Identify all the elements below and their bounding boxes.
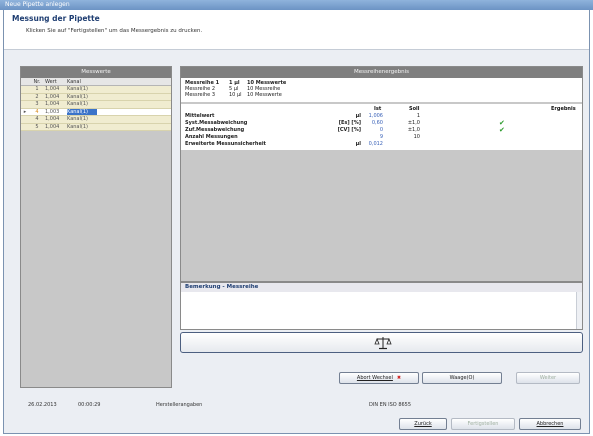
- measurements-header: Nr. Wert Kanal: [21, 78, 171, 86]
- result-soll: ±1,0: [407, 127, 420, 133]
- page-title: Messung der Pipette: [12, 14, 100, 23]
- row-nr: 1: [35, 86, 39, 92]
- row-marker: [21, 124, 29, 131]
- result-label: Mittelwert: [185, 113, 215, 119]
- row-kanal: Kanal(1): [67, 86, 88, 92]
- wizard-header: Messung der Pipette Klicken Sie auf "Fer…: [4, 10, 589, 50]
- row-kanal: Kanal(1): [67, 123, 88, 130]
- header-soll: Soll: [409, 106, 420, 112]
- scale-capture-button[interactable]: [180, 332, 583, 353]
- row-kanal: Kanal(1): [67, 116, 88, 122]
- row-wert: 1,004: [45, 101, 60, 107]
- scale-button[interactable]: Waage(O): [422, 372, 502, 384]
- measurements-panel-title: Messwerte: [21, 67, 171, 78]
- measurements-panel: Messwerte Nr. Wert Kanal 1 1,004 Kanal(1) 2…: [20, 66, 172, 388]
- result-row: Anzahl Messungen 9 10: [185, 134, 580, 140]
- scale-icon: [374, 337, 392, 350]
- result-soll: 1: [416, 113, 420, 119]
- check-icon: ✔: [499, 126, 505, 134]
- status-time: 00:00:29: [78, 402, 101, 408]
- result-row: Erweiterte Messunsicherheit µl 0,012: [185, 141, 580, 147]
- row-marker: ▸: [23, 108, 27, 115]
- series-row[interactable]: Messreihe 3 10 µl 10 Messwerte: [185, 92, 578, 98]
- result-ist: 0: [379, 127, 383, 133]
- row-wert: 1,003: [45, 108, 60, 115]
- row-kanal: Kanal(1): [67, 108, 97, 115]
- finish-button[interactable]: Fertigstellen: [451, 418, 515, 430]
- result-soll: ±1,0: [407, 120, 420, 126]
- result-soll: 10: [413, 134, 420, 140]
- row-kanal: Kanal(1): [67, 93, 88, 100]
- row-nr: 2: [35, 93, 39, 100]
- row-marker: [21, 101, 29, 108]
- result-label: Anzahl Messungen: [185, 134, 238, 140]
- status-norm: DIN EN ISO 8655: [369, 402, 412, 408]
- results-panel-title: Messreihenergebnis: [181, 67, 582, 78]
- row-nr: 3: [35, 101, 39, 107]
- result-ist: 1,006: [368, 113, 383, 119]
- abort-button[interactable]: Abort Wechsel ✖: [339, 372, 419, 384]
- result-row: Mittelwert µl 1,006 1: [185, 113, 580, 119]
- row-wert: 1,004: [45, 86, 60, 92]
- status-info: Herstellerangaben: [156, 402, 203, 408]
- measurements-list: 1 1,004 Kanal(1) 2 1,004 Kanal(1) 3 1,004 Kanal(…: [21, 86, 171, 131]
- result-ist: 9: [379, 134, 383, 140]
- header-ist: Ist: [374, 106, 382, 112]
- row-marker: [21, 86, 29, 93]
- result-label: Syst.Messabweichung: [185, 120, 248, 126]
- instruction-text: Klicken Sie auf "Fertigstellen" um das M…: [26, 28, 203, 34]
- row-wert: 1,004: [45, 93, 60, 100]
- col-nr: Nr.: [33, 79, 41, 85]
- result-label: Zuf.Messabweichung: [185, 127, 245, 133]
- measurement-row[interactable]: 3 1,004 Kanal(1): [21, 101, 171, 109]
- result-ist: 0,012: [368, 141, 383, 147]
- measurement-row[interactable]: 1 1,004 Kanal(1): [21, 86, 171, 94]
- result-unit: µl: [355, 141, 361, 147]
- back-button[interactable]: Zurück: [399, 418, 447, 430]
- result-row: Syst.Messabweichung [Es] [%] 0,60 ±1,0 ✔: [185, 120, 580, 127]
- row-nr: 4: [35, 116, 39, 122]
- row-wert: 1,004: [45, 116, 60, 122]
- col-kanal: Kanal: [67, 79, 81, 85]
- window-title: Neue Pipette anlegen: [5, 1, 70, 8]
- result-label: Erweiterte Messunsicherheit: [185, 141, 266, 147]
- cancel-button[interactable]: Abbrechen: [519, 418, 581, 430]
- status-date: 26.02.2013: [28, 402, 57, 408]
- row-nr: 4: [35, 108, 39, 115]
- series-list: Messreihe 1 1 µl 10 Messwerte Messreihe …: [181, 78, 582, 102]
- measurement-row[interactable]: 2 1,004 Kanal(1): [21, 93, 171, 101]
- wizard-window: Messung der Pipette Klicken Sie auf "Fer…: [3, 10, 590, 434]
- result-unit: [Es] [%]: [338, 120, 361, 126]
- header-ergebnis: Ergebnis: [551, 106, 576, 112]
- remark-scrollbar[interactable]: [576, 292, 582, 329]
- row-wert: 1,004: [45, 123, 60, 130]
- close-icon: ✖: [396, 375, 402, 381]
- row-kanal: Kanal(1): [67, 101, 88, 107]
- result-row: Zuf.Messabweichung [CV] [%] 0 ±1,0 ✔: [185, 126, 580, 134]
- result-unit: [CV] [%]: [337, 127, 361, 133]
- title-bar: Neue Pipette anlegen: [0, 0, 593, 10]
- measurement-row[interactable]: 4 1,004 Kanal(1): [21, 116, 171, 124]
- remark-title: Bemerkung - Messreihe: [181, 283, 582, 292]
- row-marker: [21, 94, 29, 101]
- row-nr: 5: [35, 123, 39, 130]
- result-ist: 0,60: [371, 120, 383, 126]
- results-table: Ist Soll Ergebnis Mittelwert µl 1,006 1 Syst…: [181, 104, 582, 150]
- row-marker: [21, 116, 29, 123]
- measurement-row[interactable]: 5 1,004 Kanal(1): [21, 123, 171, 131]
- col-wert: Wert: [45, 79, 57, 85]
- results-panel: Messreihenergebnis Messreihe 1 1 µl 10 M…: [180, 66, 583, 282]
- measurement-row[interactable]: ▸ 4 1,003 Kanal(1): [21, 108, 171, 116]
- remark-box[interactable]: Bemerkung - Messreihe: [180, 282, 583, 330]
- next-small-button[interactable]: Weiter: [516, 372, 580, 384]
- result-unit: µl: [355, 113, 361, 119]
